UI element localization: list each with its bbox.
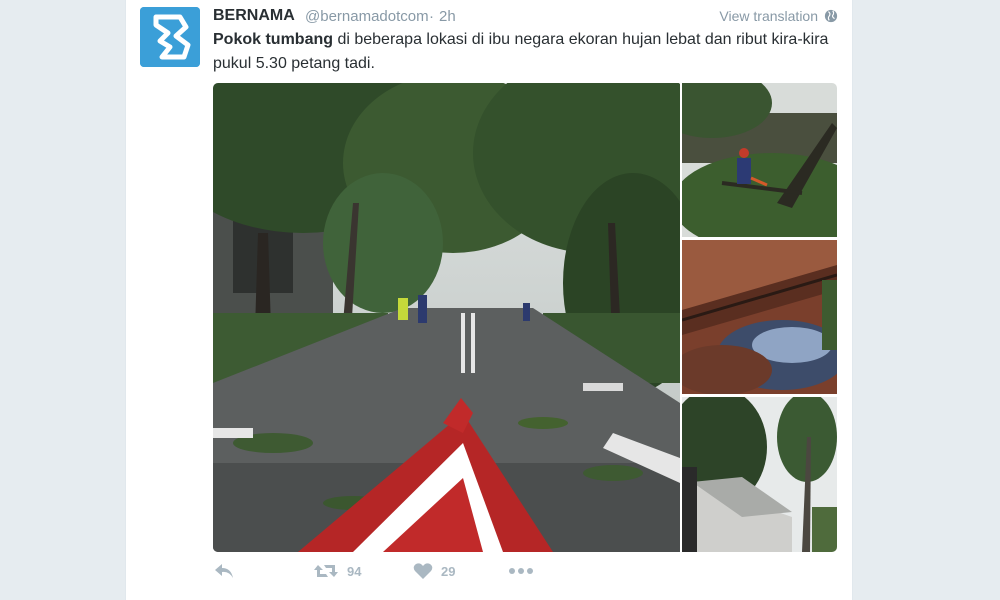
retweet-icon [314,565,338,577]
user-handle[interactable]: @bernamadotcom [305,8,429,25]
like-button[interactable]: 29 [413,562,455,580]
retweet-button[interactable]: 94 [313,562,361,580]
heart-icon [413,563,433,579]
tweet-header: BERNAMA @bernamadotcom · 2h View transla… [213,5,838,27]
tweet-text: Pokok tumbang di beberapa lokasi di ibu … [213,28,833,76]
like-count: 29 [441,563,456,579]
photo-side-3[interactable] [682,397,837,552]
more-button[interactable] [508,562,534,580]
tweet-text-bold: Pokok tumbang [213,31,334,48]
more-icon [509,568,533,574]
tweet-card: BERNAMA @bernamadotcom · 2h View transla… [125,0,853,600]
reply-icon [215,564,233,578]
photo-side-2[interactable] [682,240,837,394]
separator: · [429,8,434,25]
view-translation-label: View translation [719,8,818,24]
tweet-actions: 94 29 [213,562,613,586]
timestamp[interactable]: 2h [439,8,456,25]
photo-main[interactable] [213,83,680,552]
view-translation-link[interactable]: View translation [719,8,838,24]
retweet-count: 94 [347,563,362,579]
photo-side-1[interactable] [682,83,837,237]
display-name[interactable]: BERNAMA [213,7,295,25]
reply-button[interactable] [213,562,235,580]
avatar[interactable] [140,7,200,67]
globe-icon [824,9,838,23]
media-grid [213,83,837,552]
